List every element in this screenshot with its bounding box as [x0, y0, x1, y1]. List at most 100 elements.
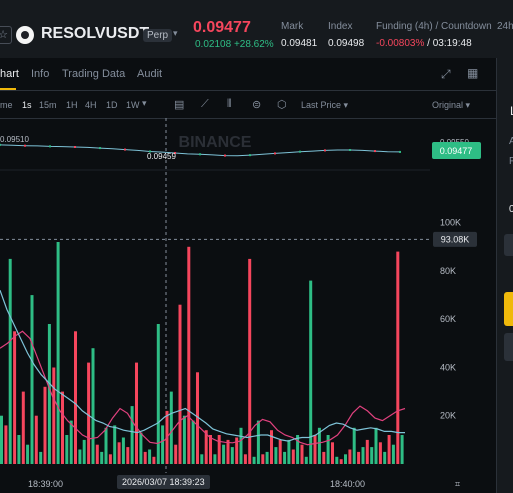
volume-bar: [61, 391, 64, 464]
time-cursor-label: 2026/03/07 18:39:23: [117, 475, 210, 489]
volume-bar: [4, 425, 8, 464]
volume-bar: [117, 442, 121, 464]
volume-bar: [52, 367, 56, 464]
volume-bar: [265, 451, 269, 464]
indicator-icon[interactable]: ⊜: [252, 98, 261, 111]
order-input[interactable]: [504, 234, 513, 256]
chevron-down-icon[interactable]: ▾: [173, 28, 178, 39]
coin-logo-icon: [16, 26, 34, 44]
price-type-label: Last Price: [301, 100, 342, 110]
volume-bar: [322, 451, 326, 464]
interval-1s[interactable]: 1s: [22, 100, 32, 110]
price-candle: [249, 154, 251, 157]
order-panel: L A F 0: [496, 58, 513, 493]
interval-1h[interactable]: 1H: [66, 100, 78, 110]
volume-bar: [161, 425, 165, 464]
candle-icon[interactable]: ⫴: [227, 98, 232, 111]
view-select[interactable]: Original ▾: [432, 100, 470, 111]
interval-4h[interactable]: 4H: [85, 100, 97, 110]
volume-bar: [91, 348, 95, 464]
change-pct: +28.62%: [233, 39, 274, 50]
line-chart-icon[interactable]: ⟋: [201, 98, 209, 111]
current-price-value: 0.09477: [440, 146, 473, 156]
price-candle: [0, 143, 1, 146]
order-panel-letter-a: A: [509, 136, 513, 147]
volume-bar: [95, 444, 99, 464]
volume-bar: [226, 439, 230, 464]
volume-bar: [331, 442, 334, 464]
active-tab-indicator: [0, 88, 16, 90]
volume-bar: [43, 386, 47, 464]
volume-bar: [47, 324, 51, 464]
volume-bar: [87, 362, 91, 464]
price-type-select[interactable]: Last Price ▾: [301, 100, 348, 111]
watermark: BINANCE: [179, 134, 252, 151]
volume-bar: [400, 435, 404, 464]
volume-bar: [17, 435, 21, 464]
volume-bar: [335, 456, 339, 464]
order-button[interactable]: [504, 292, 513, 326]
volume-bar: [287, 439, 291, 464]
volume-bar: [56, 242, 60, 464]
interval-15m[interactable]: 15m: [39, 100, 57, 110]
volume-bar: [348, 449, 352, 464]
chart-canvas[interactable]: BINANCE 0.09510 0.09459 0.09550 0.09477 …: [0, 118, 496, 473]
volume-bar: [39, 451, 43, 464]
crosshair-value: 93.08K: [441, 234, 470, 244]
volume-bar: [339, 459, 343, 464]
volume-bar: [152, 456, 156, 464]
volume-bar: [361, 447, 365, 464]
order-secondary-button[interactable]: [504, 333, 513, 361]
interval-1d[interactable]: 1D: [106, 100, 118, 110]
chart-toolbar: me 1s 15m 1H 4H 1D 1W ▾ ▤ ⟋ ⫴ ⊜ ⬡ Last P…: [0, 92, 496, 119]
volume-bar: [243, 454, 247, 464]
price-candle: [24, 144, 26, 147]
volume-bar: [191, 420, 195, 464]
chart-tabs: hart Info Trading Data Audit ⤢ ▦: [0, 58, 496, 91]
volume-bar: [69, 420, 73, 464]
volume-ma-slow-line: [0, 330, 406, 446]
volume-bar: [357, 451, 361, 464]
time-label[interactable]: me: [0, 100, 13, 110]
volume-bar: [0, 415, 3, 464]
volume-bar: [213, 454, 217, 464]
expand-icon[interactable]: ⤢: [441, 67, 451, 82]
volume-bar: [74, 331, 77, 464]
volume-bar: [209, 435, 212, 464]
funding-value: -0.00803% / 03:19:48: [376, 38, 472, 49]
time-axis: 18:39:00 2026/03/07 18:39:23 18:40:00 ⌗: [0, 473, 496, 493]
settings-icon[interactable]: ⬡: [277, 98, 287, 111]
volume-bar: [130, 406, 134, 464]
volume-bar: [143, 451, 147, 464]
volume-bar: [182, 415, 186, 464]
price-candle: [349, 149, 351, 151]
calendar-icon[interactable]: ▤: [174, 98, 184, 111]
volume-bar: [174, 444, 178, 464]
volume-bar: [374, 427, 378, 464]
tab-trading-data[interactable]: Trading Data: [62, 68, 125, 80]
volume-bar: [121, 437, 125, 464]
funding-countdown: / 03:19:48: [427, 38, 472, 49]
price-candle: [99, 147, 101, 150]
volume-bar: [113, 425, 117, 464]
volume-bar: [352, 427, 356, 464]
price-change: 0.02108 +28.62%: [195, 39, 274, 50]
interval-1w[interactable]: 1W: [126, 100, 140, 110]
volume-ma-fast-line: [0, 289, 405, 442]
volume-bar: [274, 447, 278, 464]
tab-info[interactable]: Info: [31, 68, 49, 80]
star-icon[interactable]: ☆: [0, 26, 12, 44]
volume-bar: [108, 454, 112, 464]
price-candle: [274, 152, 276, 155]
chevron-down-icon[interactable]: ▾: [142, 98, 147, 109]
volume-pane: [0, 242, 406, 464]
grid-layout-icon[interactable]: ▦: [467, 66, 478, 80]
symbol-title[interactable]: RESOLVUSDT: [41, 25, 149, 43]
tab-chart[interactable]: hart: [0, 68, 19, 80]
market-header: ☆ RESOLVUSDT Perp ▾ 0.09477 0.02108 +28.…: [0, 0, 513, 58]
tab-audit[interactable]: Audit: [137, 68, 162, 80]
reset-zoom-icon[interactable]: ⌗: [455, 479, 460, 490]
volume-bar: [304, 456, 308, 464]
volume-bar: [13, 331, 17, 464]
volume-bar: [230, 447, 234, 464]
